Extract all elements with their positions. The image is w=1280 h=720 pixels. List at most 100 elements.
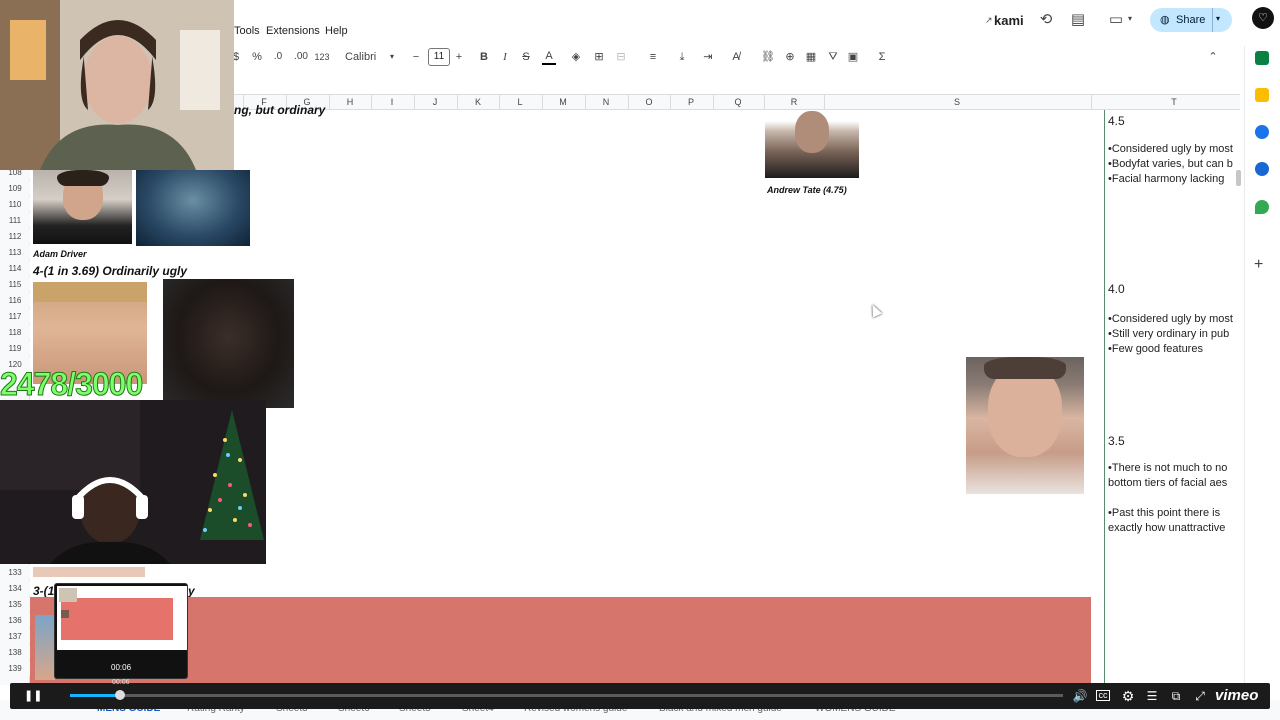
italic-button[interactable]: I bbox=[499, 49, 511, 65]
bold-button[interactable]: B bbox=[478, 49, 490, 65]
text-wrap-icon[interactable]: ⇥ bbox=[701, 49, 715, 65]
row-header-133[interactable]: 133 bbox=[0, 565, 30, 580]
tier-3-5-photo[interactable] bbox=[966, 357, 1084, 494]
insert-comment-icon[interactable]: ⊕ bbox=[783, 49, 797, 65]
text-rotation-icon[interactable]: A̸ bbox=[729, 49, 743, 65]
column-header-n[interactable]: N bbox=[599, 95, 613, 109]
row-header-136[interactable]: 136 bbox=[0, 613, 30, 628]
percent-button[interactable]: % bbox=[251, 49, 263, 65]
rating-4-0: 4.0 bbox=[1108, 282, 1125, 296]
rating-4-5-line: •Bodyfat varies, but can b bbox=[1108, 158, 1233, 170]
heart-icon[interactable]: ♡ bbox=[1252, 7, 1274, 29]
font-size-decrease-button[interactable]: − bbox=[411, 49, 421, 65]
maps-icon[interactable] bbox=[1255, 200, 1269, 214]
row-header-139[interactable]: 139 bbox=[0, 661, 30, 676]
rating-4-5-line: •Considered ugly by most bbox=[1108, 143, 1233, 155]
row-header-114[interactable]: 114 bbox=[0, 261, 30, 276]
transcript-icon[interactable]: ☰ bbox=[1144, 688, 1160, 704]
fullscreen-icon[interactable]: ⤢ bbox=[1192, 688, 1208, 704]
column-header-k[interactable]: K bbox=[471, 95, 485, 109]
column-header-i[interactable]: I bbox=[385, 95, 399, 109]
picture-in-picture-icon[interactable]: ⧉ bbox=[1168, 688, 1184, 704]
functions-button[interactable]: Σ bbox=[875, 49, 889, 65]
row-header-137[interactable]: 137 bbox=[0, 629, 30, 644]
text-color-button[interactable]: A bbox=[542, 49, 556, 65]
row-header-112[interactable]: 112 bbox=[0, 229, 30, 244]
video-scrub-handle[interactable] bbox=[115, 690, 125, 700]
share-dropdown-icon[interactable]: ▾ bbox=[1216, 14, 1220, 23]
row-header-135[interactable]: 135 bbox=[0, 597, 30, 612]
kami-logo[interactable]: kami bbox=[994, 13, 1024, 28]
font-size-input[interactable]: 11 bbox=[428, 48, 450, 66]
share-label: Share bbox=[1176, 14, 1206, 26]
kami-link-icon: ↗ bbox=[985, 15, 993, 25]
tier-4-photo-2[interactable] bbox=[163, 279, 294, 408]
font-select[interactable]: Calibri bbox=[345, 49, 379, 65]
contacts-icon[interactable] bbox=[1255, 162, 1269, 176]
column-header-m[interactable]: M bbox=[556, 95, 570, 109]
font-dropdown-icon[interactable]: ▾ bbox=[388, 49, 396, 65]
filter-icon[interactable]: ⛛ bbox=[826, 49, 840, 65]
row-header-118[interactable]: 118 bbox=[0, 325, 30, 340]
keep-icon[interactable] bbox=[1255, 88, 1269, 102]
sheets-icon[interactable] bbox=[1255, 51, 1269, 65]
horizontal-align-icon[interactable]: ≡ bbox=[646, 49, 660, 65]
strikethrough-button[interactable]: S bbox=[520, 49, 532, 65]
portrait-photo-blue[interactable] bbox=[136, 170, 250, 246]
menu-tools[interactable]: Tools bbox=[234, 25, 260, 37]
captions-icon[interactable]: cc bbox=[1096, 690, 1110, 701]
increase-decimal-button[interactable]: .00 bbox=[292, 49, 310, 65]
frozen-column-divider bbox=[1104, 110, 1105, 685]
decrease-decimal-button[interactable]: .0 bbox=[270, 49, 286, 65]
volume-icon[interactable]: 🔊 bbox=[1072, 688, 1088, 704]
insert-link-icon[interactable]: ⛓ bbox=[761, 49, 775, 65]
row-header-119[interactable]: 119 bbox=[0, 341, 30, 356]
column-header-q[interactable]: Q bbox=[731, 95, 745, 109]
merge-cells-icon[interactable]: ⊟ bbox=[614, 49, 628, 65]
adam-driver-photo[interactable] bbox=[33, 170, 132, 244]
comments-icon[interactable]: ▤ bbox=[1068, 10, 1088, 30]
tier-3-photo[interactable] bbox=[35, 615, 55, 680]
column-header-p[interactable]: P bbox=[684, 95, 698, 109]
meet-dropdown-icon[interactable]: ▾ bbox=[1128, 14, 1132, 23]
collapse-toolbar-icon[interactable]: ⌃ bbox=[1207, 49, 1219, 65]
row-header-113[interactable]: 113 bbox=[0, 245, 30, 260]
preview-thumb bbox=[61, 610, 69, 618]
insert-chart-icon[interactable]: ▦ bbox=[804, 49, 818, 65]
column-header-s[interactable]: S bbox=[950, 95, 964, 109]
column-header-t[interactable]: T bbox=[1167, 95, 1181, 109]
font-size-increase-button[interactable]: + bbox=[454, 49, 464, 65]
scrollbar-thumb[interactable] bbox=[1236, 170, 1241, 186]
column-header-l[interactable]: L bbox=[513, 95, 527, 109]
row-header-134[interactable]: 134 bbox=[0, 581, 30, 596]
tasks-icon[interactable] bbox=[1255, 125, 1269, 139]
history-icon[interactable]: ⟲ bbox=[1036, 10, 1056, 30]
row-header-117[interactable]: 117 bbox=[0, 309, 30, 324]
video-progress-track[interactable] bbox=[70, 694, 1063, 697]
column-header-j[interactable]: J bbox=[428, 95, 442, 109]
row-header-109[interactable]: 109 bbox=[0, 181, 30, 196]
webcam-overlay-top bbox=[0, 0, 234, 170]
row-header-115[interactable]: 115 bbox=[0, 277, 30, 292]
pause-icon[interactable]: ❚❚ bbox=[24, 688, 42, 704]
settings-icon[interactable]: ⚙ bbox=[1120, 688, 1136, 704]
andrew-tate-photo[interactable] bbox=[765, 111, 859, 178]
row-header-116[interactable]: 116 bbox=[0, 293, 30, 308]
borders-icon[interactable]: ⊞ bbox=[592, 49, 606, 65]
menu-extensions[interactable]: Extensions bbox=[266, 25, 320, 37]
column-header-h[interactable]: H bbox=[343, 95, 357, 109]
vimeo-logo[interactable]: vimeo bbox=[1215, 687, 1258, 704]
column-separator bbox=[499, 94, 500, 110]
number-format-button[interactable]: 123 bbox=[314, 49, 330, 65]
vertical-align-icon[interactable]: ⤓ bbox=[675, 49, 689, 65]
row-header-138[interactable]: 138 bbox=[0, 645, 30, 660]
meet-icon[interactable]: ▭ bbox=[1106, 10, 1126, 30]
column-header-o[interactable]: O bbox=[642, 95, 656, 109]
row-header-111[interactable]: 111 bbox=[0, 213, 30, 228]
menu-help[interactable]: Help bbox=[325, 25, 348, 37]
row-header-110[interactable]: 110 bbox=[0, 197, 30, 212]
add-addon-icon[interactable]: + bbox=[1254, 256, 1263, 274]
column-header-r[interactable]: R bbox=[787, 95, 801, 109]
fill-color-icon[interactable]: ◈ bbox=[569, 49, 583, 65]
filter-views-icon[interactable]: ▣ bbox=[846, 49, 860, 65]
